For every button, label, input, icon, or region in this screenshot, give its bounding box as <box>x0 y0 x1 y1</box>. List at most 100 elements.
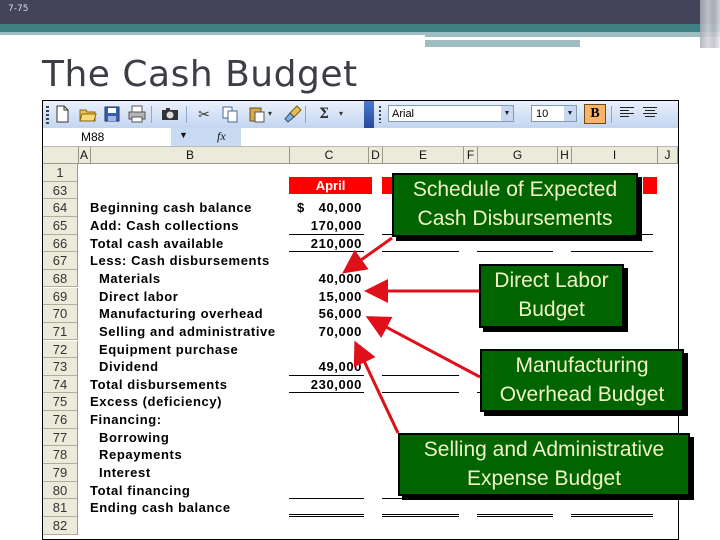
row-label: Less: Cash disbursements <box>90 253 270 269</box>
toolbar-grip[interactable] <box>46 106 49 124</box>
function-icon[interactable]: fx <box>217 129 226 144</box>
cell-border <box>289 392 364 394</box>
callout-line: Cash Disbursements <box>417 207 613 230</box>
font-name-select[interactable]: Arial ▼ <box>388 105 514 122</box>
row-value: 70,000 <box>318 323 362 339</box>
copy-icon[interactable] <box>221 105 239 123</box>
cell-border <box>289 251 364 253</box>
row-header[interactable]: 75 <box>43 393 78 412</box>
row-header[interactable]: 71 <box>43 322 78 341</box>
cell-border <box>477 251 553 253</box>
callout-line: Manufacturing <box>515 354 649 377</box>
header-accent-band-right-lower <box>425 40 580 47</box>
column-header-c[interactable]: C <box>289 147 368 163</box>
chevron-down-icon[interactable]: ▼ <box>564 106 576 121</box>
slide-number: 7-75 <box>8 4 29 14</box>
month-header-cell <box>643 177 657 194</box>
cell-border <box>289 233 364 235</box>
formatting-toolbar-grip[interactable] <box>379 106 381 123</box>
autosum-dropdown-icon[interactable]: ▾ <box>339 109 343 118</box>
row-value: 40,000 <box>318 200 362 216</box>
row-label: Ending cash balance <box>90 500 231 516</box>
row-label: Interest <box>99 465 151 481</box>
column-header-g[interactable]: G <box>477 147 557 163</box>
row-header[interactable]: 66 <box>43 234 78 253</box>
callout-line: Selling and Administrative <box>423 438 665 461</box>
row-header[interactable]: 79 <box>43 464 78 482</box>
format-painter-icon[interactable] <box>284 105 302 123</box>
row-header[interactable]: 82 <box>43 517 78 535</box>
save-icon[interactable] <box>103 105 121 123</box>
font-size-select[interactable]: 10 ▼ <box>531 105 577 122</box>
column-header-h[interactable]: H <box>557 147 571 163</box>
open-icon[interactable] <box>79 105 97 123</box>
row-label: Excess (deficiency) <box>90 394 223 410</box>
paste-icon[interactable] <box>248 105 266 123</box>
column-headers: A B C D E F G H I J <box>43 147 678 164</box>
column-header-i[interactable]: I <box>571 147 657 163</box>
row-header[interactable]: 68 <box>43 269 78 288</box>
row-header[interactable]: 70 <box>43 305 78 323</box>
column-header-j[interactable]: J <box>657 147 678 163</box>
row-header[interactable]: 64 <box>43 199 78 217</box>
name-box[interactable]: M88 <box>43 128 171 146</box>
row-label: Beginning cash balance <box>90 200 253 216</box>
callout-cash-disbursements: Schedule of Expected Cash Disbursements <box>392 173 638 237</box>
callout-line: Direct Labor <box>494 269 609 292</box>
row-label: Selling and administrative <box>99 323 276 339</box>
toolbar-separator <box>186 106 187 123</box>
callout-line: Schedule of Expected <box>412 178 618 201</box>
cell-border <box>382 251 459 253</box>
paste-dropdown-icon[interactable]: ▾ <box>268 109 272 118</box>
select-all-corner[interactable] <box>43 147 78 163</box>
cell-border <box>571 514 653 515</box>
row-header[interactable]: 73 <box>43 358 78 376</box>
row-value: 40,000 <box>318 270 362 286</box>
row-header[interactable]: 74 <box>43 375 78 394</box>
column-header-a[interactable]: A <box>78 147 90 163</box>
align-left-icon[interactable] <box>620 107 634 121</box>
print-icon[interactable] <box>128 105 146 123</box>
cell-border <box>382 392 459 394</box>
slide-title: The Cash Budget <box>42 54 358 95</box>
row-label: Financing: <box>90 412 162 428</box>
row-header[interactable]: 67 <box>43 252 78 270</box>
autosum-icon[interactable]: Σ <box>315 105 333 123</box>
row-header[interactable]: 78 <box>43 446 78 464</box>
cell-border <box>382 514 459 515</box>
row-header[interactable]: 72 <box>43 340 78 359</box>
align-center-icon[interactable] <box>643 107 657 121</box>
row-header[interactable]: 65 <box>43 216 78 235</box>
column-header-e[interactable]: E <box>382 147 463 163</box>
row-header[interactable]: 80 <box>43 481 78 500</box>
font-size-value: 10 <box>536 108 549 120</box>
name-box-value: M88 <box>81 130 105 144</box>
column-header-b[interactable]: B <box>90 147 289 163</box>
cell-border <box>477 498 553 500</box>
row-value: 49,000 <box>318 359 362 375</box>
chevron-down-icon[interactable]: ▼ <box>501 106 513 121</box>
cell-border <box>477 516 553 517</box>
name-box-dropdown[interactable]: ▼ <box>171 128 241 146</box>
toolbar-separator <box>305 106 306 123</box>
row-header[interactable]: 76 <box>43 411 78 429</box>
row-header[interactable]: 1 <box>43 164 78 182</box>
row-label: Dividend <box>99 359 159 375</box>
row-header[interactable]: 77 <box>43 428 78 447</box>
row-header[interactable]: 63 <box>43 181 78 200</box>
cell-border <box>382 498 459 500</box>
camera-icon[interactable] <box>161 105 179 123</box>
callout-line: Expense Budget <box>466 467 622 490</box>
column-header-f[interactable]: F <box>463 147 477 163</box>
bold-button[interactable]: B <box>584 104 606 124</box>
row-label: Add: Cash collections <box>90 217 240 233</box>
row-header[interactable]: 81 <box>43 499 78 517</box>
callout-direct-labor: Direct Labor Budget <box>479 264 624 328</box>
new-icon[interactable] <box>53 105 71 123</box>
cut-icon[interactable]: ✂ <box>195 105 213 123</box>
cell-border <box>382 516 459 517</box>
row-header[interactable]: 69 <box>43 287 78 306</box>
toolbar-overflow-button[interactable] <box>364 101 374 128</box>
column-header-d[interactable]: D <box>368 147 382 163</box>
cell-border <box>382 374 459 376</box>
